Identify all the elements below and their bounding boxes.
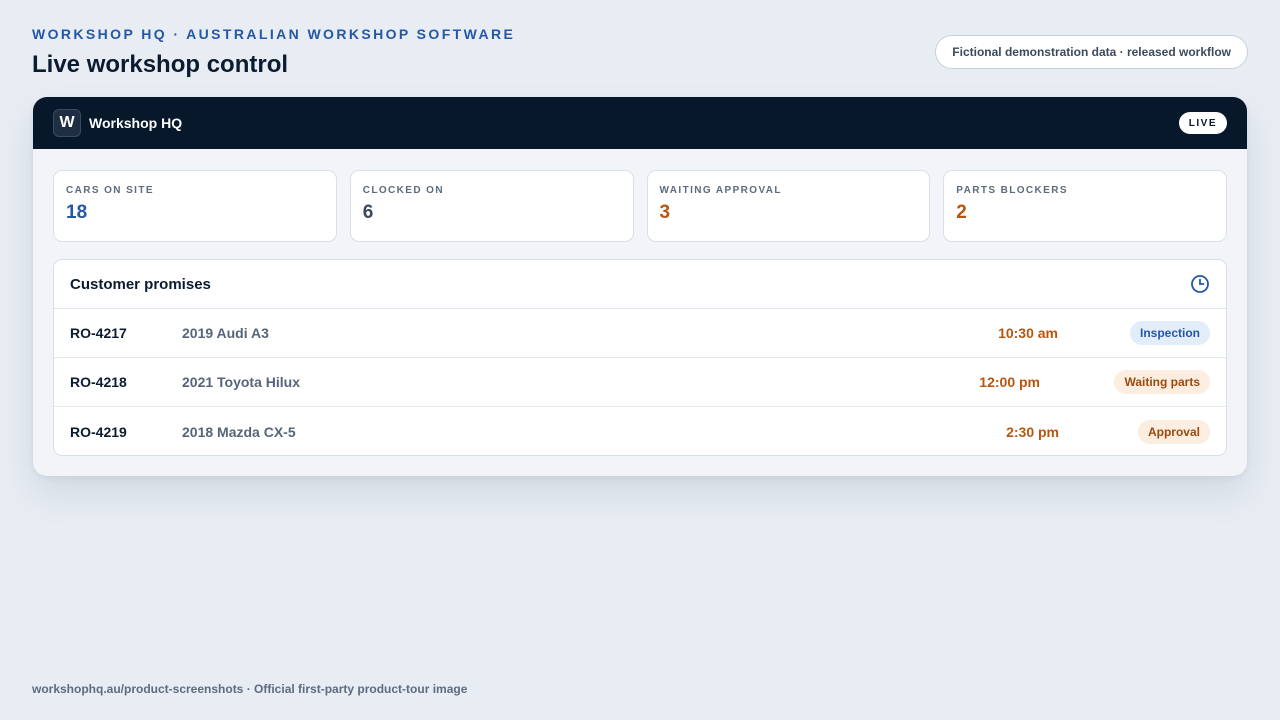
stat-value: 2 [956,202,967,223]
app-name: Workshop HQ [89,115,183,131]
promise-row[interactable]: RO-4218 2021 Toyota Hilux 12:00 pm Waiti… [54,358,1226,407]
page-title: Live workshop control [32,51,289,78]
vehicle-name: 2021 Toyota Hilux [182,374,301,390]
footer-source: workshophq.au/product-screenshots · Offi… [32,682,468,696]
panel-title: Customer promises [70,275,211,293]
promise-time: 10:30 am [998,325,1058,341]
customer-promises-panel: Customer promises RO-4217 2019 Audi A3 1… [53,259,1227,456]
stat-clocked-on[interactable]: CLOCKED ON 6 [349,170,634,242]
live-badge: LIVE [1178,112,1227,134]
stat-value: 18 [66,202,88,223]
vehicle-name: 2018 Mazda CX-5 [182,423,296,440]
promise-row[interactable]: RO-4217 2019 Audi A3 10:30 am Inspection [54,309,1226,358]
repair-order-number: RO-4217 [70,325,127,341]
page-eyebrow: WORKSHOP HQ · AUSTRALIAN WORKSHOP SOFTWA… [32,26,516,42]
demo-data-note: Fictional demonstration data · released … [935,35,1248,69]
promise-time: 12:00 pm [979,374,1040,390]
stat-label: CLOCKED ON [362,185,444,196]
stat-label: WAITING APPROVAL [659,185,782,196]
status-badge: Inspection [1129,321,1210,345]
vehicle-name: 2019 Audi A3 [182,325,269,341]
stat-label: PARTS BLOCKERS [956,185,1068,196]
app-window: W Workshop HQ LIVE CARS ON SITE 18 CLOCK… [33,97,1247,476]
app-top-bar: W Workshop HQ LIVE [33,97,1247,149]
status-badge: Approval [1137,419,1210,444]
stat-value: 6 [362,202,374,223]
promise-time: 2:30 pm [1006,423,1059,440]
repair-order-number: RO-4218 [70,374,127,390]
stats-row: CARS ON SITE 18 CLOCKED ON 6 WAITING APP… [33,149,1247,242]
stat-label: CARS ON SITE [66,185,154,196]
stat-waiting-approval[interactable]: WAITING APPROVAL 3 [646,170,931,242]
stat-value: 3 [659,202,671,223]
repair-order-number: RO-4219 [70,423,127,440]
panel-header: Customer promises [54,260,1226,309]
stat-parts-blockers[interactable]: PARTS BLOCKERS 2 [943,170,1227,242]
app-logo: W [53,109,81,137]
status-badge: Waiting parts [1114,370,1210,394]
promise-row[interactable]: RO-4219 2018 Mazda CX-5 2:30 pm Approval [54,407,1226,455]
clock-icon[interactable] [1190,274,1210,294]
stat-cars-on-site[interactable]: CARS ON SITE 18 [53,170,337,242]
